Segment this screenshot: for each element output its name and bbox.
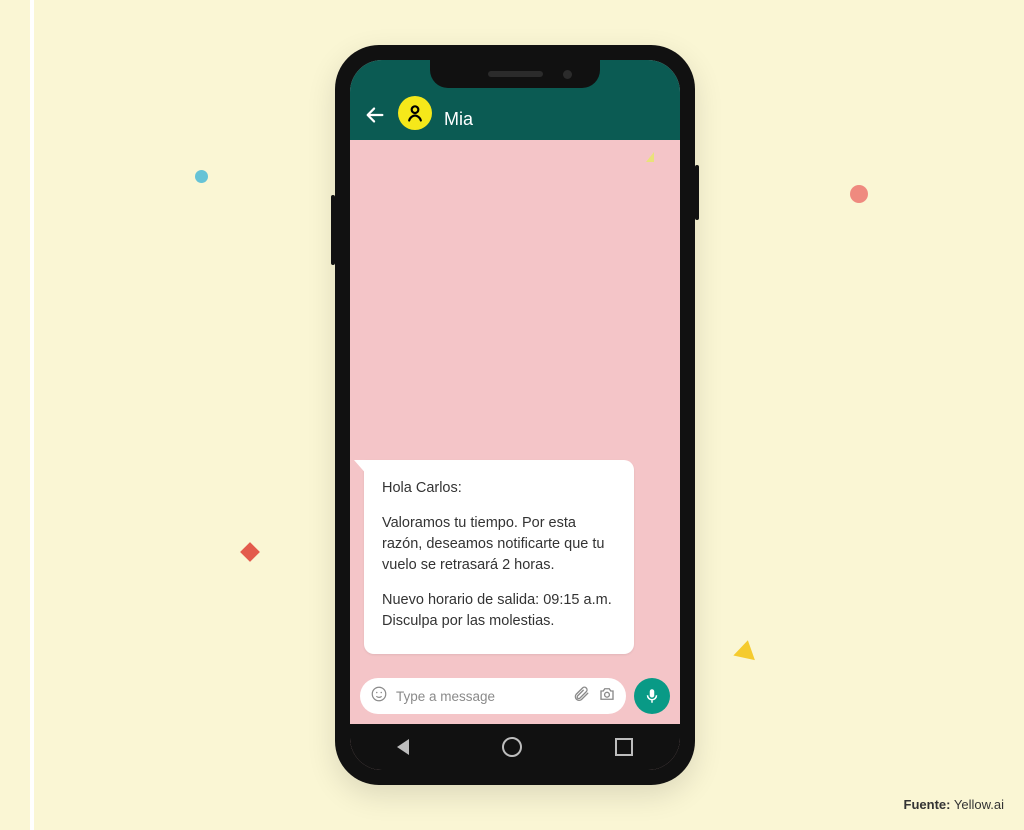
contact-avatar[interactable] <box>398 96 432 130</box>
decoration-pink-dot <box>850 185 868 203</box>
back-button[interactable] <box>364 104 386 130</box>
message-bubble: Hola Carlos: Valoramos tu tiempo. Por es… <box>364 460 634 654</box>
arrow-left-icon <box>364 104 386 126</box>
message-input-placeholder: Type a message <box>396 689 564 704</box>
nav-home-button[interactable] <box>502 737 522 757</box>
decoration-tiny-arrow <box>646 152 654 162</box>
nav-back-button[interactable] <box>397 739 409 755</box>
message-line-1: Hola Carlos: <box>382 478 616 499</box>
phone-frame: Mia Hola Carlos: Valoramos tu tiempo. Po… <box>335 45 695 785</box>
page-left-strip <box>30 0 34 830</box>
front-camera <box>563 70 572 79</box>
mic-icon <box>643 687 661 705</box>
nav-recent-button[interactable] <box>615 738 633 756</box>
phone-notch <box>430 60 600 88</box>
phone-screen: Mia Hola Carlos: Valoramos tu tiempo. Po… <box>350 60 680 770</box>
decoration-yellow-triangle <box>733 638 758 660</box>
source-value: Yellow.ai <box>954 797 1004 812</box>
decoration-red-diamond <box>240 542 260 562</box>
speaker-grille <box>488 71 543 77</box>
attach-icon[interactable] <box>572 685 590 708</box>
chat-body[interactable]: Hola Carlos: Valoramos tu tiempo. Por es… <box>350 140 680 670</box>
decoration-blue-dot <box>195 170 208 183</box>
input-row: Type a message <box>350 670 680 724</box>
message-line-2: Valoramos tu tiempo. Por esta razón, des… <box>382 513 616 576</box>
message-line-3: Nuevo horario de salida: 09:15 a.m. Disc… <box>382 590 616 632</box>
camera-icon[interactable] <box>598 685 616 708</box>
person-icon <box>405 103 425 123</box>
message-input[interactable]: Type a message <box>360 678 626 714</box>
source-label: Fuente: <box>904 797 951 812</box>
android-nav-bar <box>350 724 680 770</box>
source-credit: Fuente: Yellow.ai <box>904 797 1004 812</box>
mic-button[interactable] <box>634 678 670 714</box>
emoji-icon[interactable] <box>370 685 388 708</box>
contact-name: Mia <box>444 109 473 130</box>
